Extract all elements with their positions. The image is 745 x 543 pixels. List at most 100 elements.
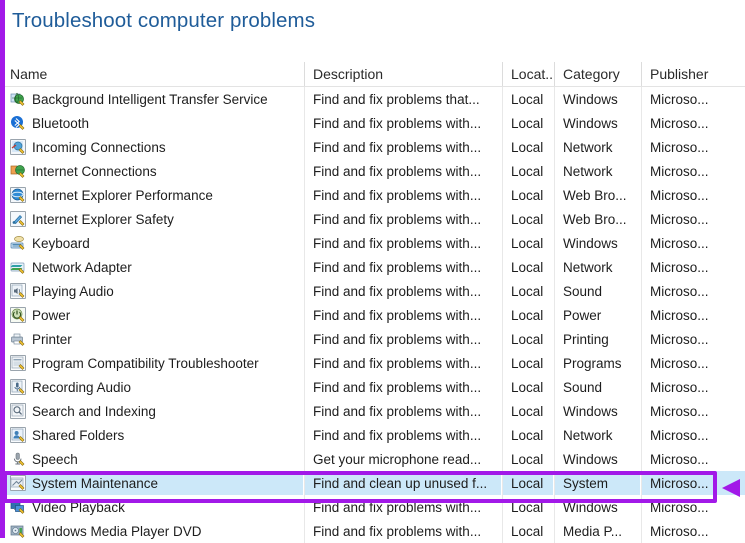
cell-publisher: Microso...	[641, 519, 745, 543]
wmp-dvd-icon	[10, 523, 26, 539]
column-header-description[interactable]: Description	[304, 62, 501, 86]
table-row[interactable]: Printer Find and fix problems with... Loca…	[0, 327, 745, 351]
cell-description: Find and fix problems with...	[304, 351, 501, 375]
cell-location: Local	[502, 207, 553, 231]
table-row[interactable]: System Maintenance Find and clean up unus…	[0, 471, 745, 495]
table-row[interactable]: Bluetooth Find and fix problems with... Lo…	[0, 111, 745, 135]
table-row[interactable]: Power Find and fix problems with... Local P…	[0, 303, 745, 327]
cell-description: Find and fix problems with...	[304, 135, 501, 159]
cell-publisher: Microso...	[641, 279, 745, 303]
playing-audio-icon	[10, 283, 26, 299]
search-indexing-icon	[10, 403, 26, 419]
cell-category: Network	[554, 135, 640, 159]
cell-location: Local	[502, 423, 553, 447]
cell-description: Find and fix problems with...	[304, 399, 501, 423]
cell-name: Incoming Connections	[0, 135, 303, 159]
cell-location: Local	[502, 231, 553, 255]
cell-publisher: Microso...	[641, 207, 745, 231]
table-row[interactable]: Internet Explorer Safety Find and fix pro…	[0, 207, 745, 231]
shared-folders-icon	[10, 427, 26, 443]
cell-location: Local	[502, 135, 553, 159]
network-adapter-icon	[10, 259, 26, 275]
row-name-label: Speech	[32, 451, 78, 467]
troubleshooter-list[interactable]: Name Description Locat... Category Publi…	[0, 62, 745, 543]
row-name-label: Incoming Connections	[32, 139, 166, 155]
cell-description: Find and fix problems with...	[304, 231, 501, 255]
cell-location: Local	[502, 159, 553, 183]
cell-location: Local	[502, 111, 553, 135]
cell-location: Local	[502, 327, 553, 351]
power-icon	[10, 307, 26, 323]
cell-publisher: Microso...	[641, 135, 745, 159]
cell-description: Find and fix problems with...	[304, 111, 501, 135]
row-name-label: Recording Audio	[32, 379, 132, 395]
cell-description: Get your microphone read...	[304, 447, 501, 471]
table-row[interactable]: Background Intelligent Transfer Service F…	[0, 87, 745, 111]
cell-description: Find and fix problems with...	[304, 183, 501, 207]
cell-description: Find and fix problems with...	[304, 327, 501, 351]
table-row[interactable]: Recording Audio Find and fix problems wit…	[0, 375, 745, 399]
row-name-label: Bluetooth	[32, 115, 90, 131]
troubleshoot-page: Troubleshoot computer problems Name Desc…	[0, 0, 745, 543]
cell-category: Network	[554, 255, 640, 279]
table-row[interactable]: Speech Get your microphone read... Local Wi…	[0, 447, 745, 471]
cell-category: Windows	[554, 87, 640, 111]
cell-description: Find and fix problems with...	[304, 255, 501, 279]
table-row[interactable]: Program Compatibility Troubleshooter Find…	[0, 351, 745, 375]
cell-name: Shared Folders	[0, 423, 303, 447]
row-name-label: Printer	[32, 331, 72, 347]
column-header-name[interactable]: Name	[0, 62, 303, 86]
column-header-category[interactable]: Category	[554, 62, 640, 86]
cell-category: System	[554, 471, 640, 495]
cell-name: Playing Audio	[0, 279, 303, 303]
cell-publisher: Microso...	[641, 351, 745, 375]
row-name-label: Search and Indexing	[32, 403, 156, 419]
bits-icon	[10, 91, 26, 107]
cell-publisher: Microso...	[641, 183, 745, 207]
cell-name: Printer	[0, 327, 303, 351]
row-name-label: Keyboard	[32, 235, 90, 251]
row-name-label: Background Intelligent Transfer Service	[32, 91, 268, 107]
row-name-label: Internet Connections	[32, 163, 157, 179]
column-header-publisher[interactable]: Publisher	[641, 62, 745, 86]
table-row[interactable]: Keyboard Find and fix problems with... Loc…	[0, 231, 745, 255]
system-maintenance-icon	[10, 475, 26, 491]
table-row[interactable]: Internet Connections Find and fix problem…	[0, 159, 745, 183]
cell-publisher: Microso...	[641, 423, 745, 447]
table-row[interactable]: Shared Folders Find and fix problems with…	[0, 423, 745, 447]
bluetooth-icon	[10, 115, 26, 131]
table-row[interactable]: Windows Media Player DVD Find and fix pro…	[0, 519, 745, 543]
cell-description: Find and fix problems with...	[304, 279, 501, 303]
table-row[interactable]: Incoming Connections Find and fix problem…	[0, 135, 745, 159]
cell-description: Find and fix problems with...	[304, 159, 501, 183]
ie-safety-icon	[10, 211, 26, 227]
table-row[interactable]: Search and Indexing Find and fix problems…	[0, 399, 745, 423]
annotation-left-strip	[0, 0, 5, 538]
cell-description: Find and fix problems with...	[304, 303, 501, 327]
table-row[interactable]: Video Playback Find and fix problems with…	[0, 495, 745, 519]
table-row[interactable]: Network Adapter Find and fix problems wit…	[0, 255, 745, 279]
program-compatibility-icon	[10, 355, 26, 371]
table-row[interactable]: Internet Explorer Performance Find and fi…	[0, 183, 745, 207]
cell-location: Local	[502, 375, 553, 399]
recording-audio-icon	[10, 379, 26, 395]
cell-location: Local	[502, 351, 553, 375]
cell-description: Find and fix problems that...	[304, 87, 501, 111]
cell-location: Local	[502, 471, 553, 495]
column-header-location[interactable]: Locat...	[502, 62, 553, 86]
internet-connections-icon	[10, 163, 26, 179]
cell-name: Power	[0, 303, 303, 327]
row-name-label: Windows Media Player DVD	[32, 523, 202, 539]
cell-description: Find and fix problems with...	[304, 207, 501, 231]
cell-name: Program Compatibility Troubleshooter	[0, 351, 303, 375]
cell-category: Media P...	[554, 519, 640, 543]
cell-publisher: Microso...	[641, 231, 745, 255]
row-name-label: Playing Audio	[32, 283, 114, 299]
cell-category: Network	[554, 159, 640, 183]
cell-name: Speech	[0, 447, 303, 471]
table-row[interactable]: Playing Audio Find and fix problems with.…	[0, 279, 745, 303]
cell-location: Local	[502, 399, 553, 423]
cell-name: Bluetooth	[0, 111, 303, 135]
cell-category: Windows	[554, 111, 640, 135]
cell-category: Sound	[554, 375, 640, 399]
